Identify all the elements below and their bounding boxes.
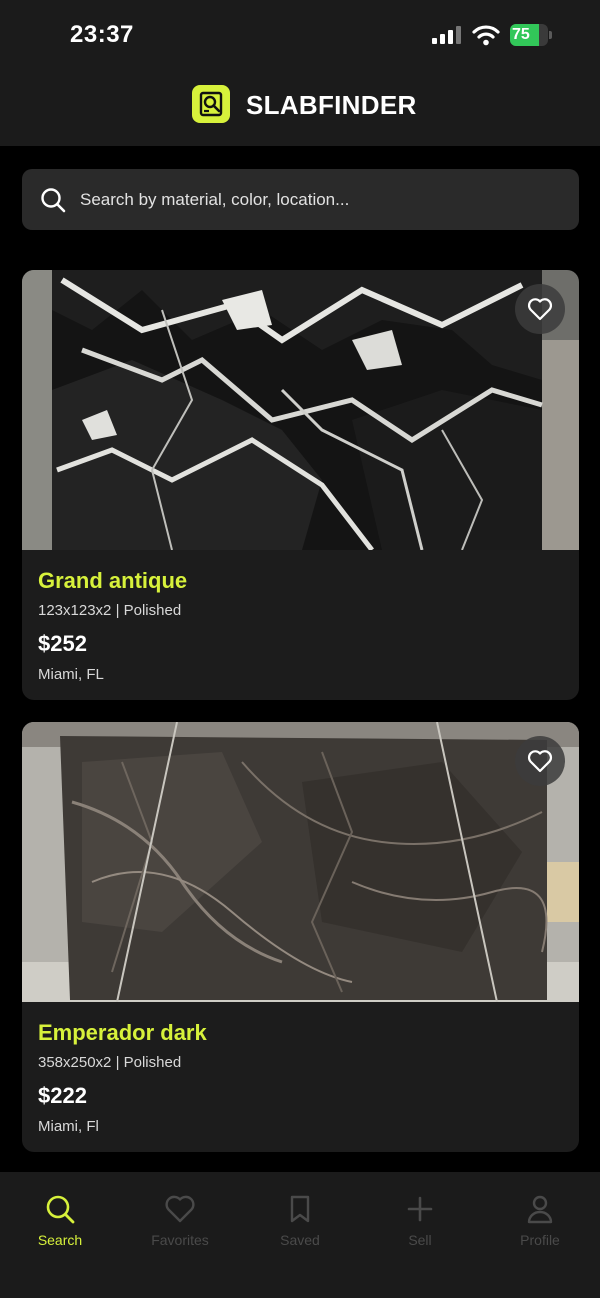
tab-favorites[interactable]: Favorites	[120, 1194, 240, 1254]
status-time: 23:37	[70, 21, 134, 48]
plus-icon	[407, 1196, 433, 1222]
listing-spec: 123x123x2 | Polished	[38, 602, 182, 619]
tab-sell[interactable]: Sell	[360, 1194, 480, 1254]
battery-icon: 75	[510, 24, 552, 46]
listing-spec: 358x250x2 | Polished	[38, 1054, 182, 1071]
tab-label: Sell	[408, 1232, 432, 1248]
listing-name: Emperador dark	[38, 1020, 207, 1045]
wifi-icon	[472, 25, 500, 46]
listing-name: Grand antique	[38, 568, 188, 593]
tab-search[interactable]: Search	[0, 1194, 120, 1254]
search-icon	[41, 188, 66, 213]
bookmark-icon	[290, 1195, 310, 1223]
app-title: SLABFINDER	[246, 90, 417, 120]
status-bar: 23:37 75	[0, 0, 600, 66]
tab-label: Search	[37, 1232, 83, 1248]
listing-location: Miami, FL	[38, 666, 104, 683]
profile-icon	[527, 1195, 553, 1224]
search-bar[interactable]	[22, 169, 579, 230]
tab-saved[interactable]: Saved	[240, 1194, 360, 1254]
listing-card[interactable]: Grand antique 123x123x2 | Polished $252 …	[22, 270, 579, 700]
listing-price: $222	[38, 1083, 87, 1108]
bottom-tab-bar: Search Favorites Saved Sell Profile	[0, 1172, 600, 1298]
favorite-button[interactable]	[515, 284, 565, 334]
battery-level: 75	[512, 26, 530, 43]
slab-photo-grand-antique	[22, 270, 579, 550]
magnifier-logo-icon	[192, 85, 230, 123]
tab-label: Favorites	[151, 1232, 209, 1248]
listing-location: Miami, Fl	[38, 1118, 99, 1135]
tab-label: Saved	[280, 1232, 320, 1248]
app-header: SLABFINDER	[0, 66, 600, 146]
tab-profile[interactable]: Profile	[480, 1194, 600, 1254]
tab-label: Profile	[520, 1232, 560, 1248]
listing-card[interactable]: Emperador dark 358x250x2 | Polished $222…	[22, 722, 579, 1152]
cellular-signal-icon	[432, 26, 462, 44]
favorite-button[interactable]	[515, 736, 565, 786]
search-input[interactable]	[80, 169, 560, 230]
heart-icon	[527, 750, 553, 773]
listing-price: $252	[38, 631, 87, 656]
search-icon	[46, 1195, 75, 1224]
heart-icon	[165, 1195, 195, 1223]
slab-photo-emperador-dark	[22, 722, 579, 1002]
heart-icon	[527, 298, 553, 321]
